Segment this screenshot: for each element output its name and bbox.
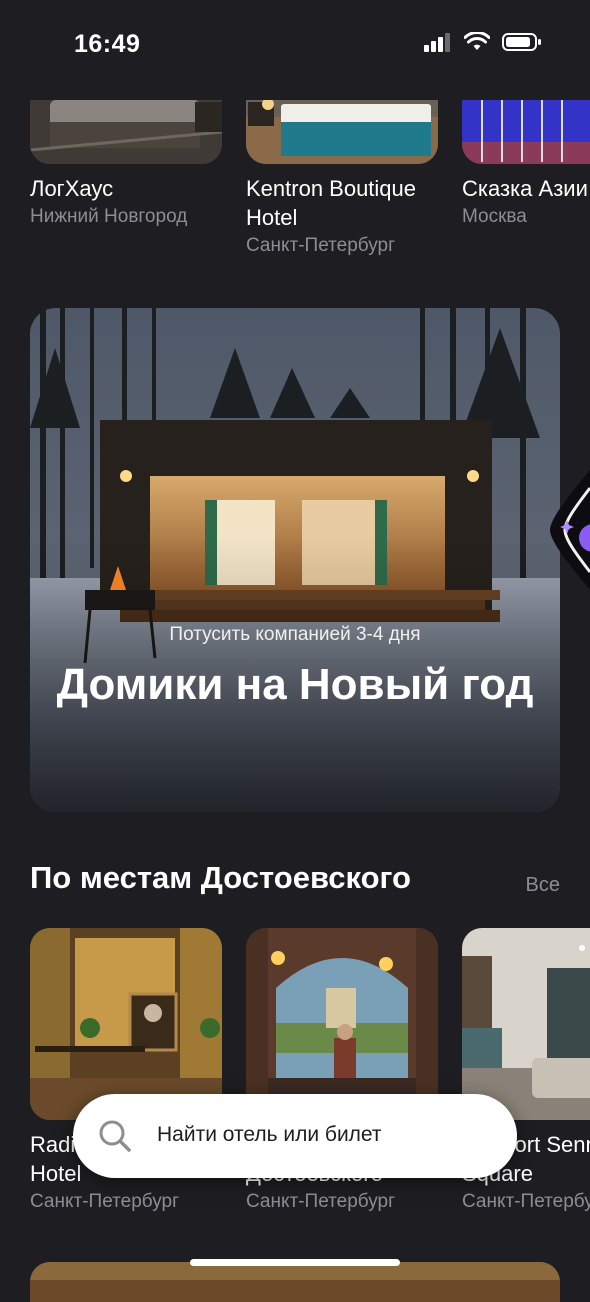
dostoevsky-hotel-carousel[interactable]: Radisson Sonya Hotel Санкт-Петербург Оте… [0, 928, 590, 1228]
assistant-button[interactable] [545, 470, 590, 590]
hotel-card[interactable]: ЛогХаус Нижний Новгород [30, 100, 222, 231]
hotel-photo [30, 928, 222, 1120]
top-hotel-carousel[interactable]: ЛогХаус Нижний Новгород Kentron Boutique… [0, 100, 590, 270]
promo-title: Домики на Новый год [56, 660, 534, 709]
search-icon [99, 1120, 131, 1152]
hotel-name: ЛогХаус [30, 176, 114, 201]
hotel-photo [246, 100, 438, 164]
hotel-city: Санкт-Петербург [462, 1191, 590, 1212]
hotel-city: Санкт-Петербург [30, 1191, 180, 1212]
wifi-icon [464, 32, 490, 50]
hotel-card[interactable]: Kentron Boutique Hotel Санкт-Петербург [246, 100, 438, 260]
hotel-name: Kentron Boutique Hotel [246, 176, 417, 230]
hotel-photo [30, 100, 222, 164]
section-header: По местам Достоевского Все [30, 860, 560, 910]
status-time: 16:49 [74, 30, 141, 58]
search-input[interactable]: Найти отель или билет [157, 1123, 382, 1147]
promo-banner[interactable]: Потусить компанией 3-4 дня Домики на Нов… [30, 308, 560, 812]
signal-icon [424, 33, 450, 52]
search-bar[interactable]: Найти отель или билет [73, 1094, 517, 1178]
hotel-city: Санкт-Петербург [246, 1191, 396, 1212]
status-bar: 16:49 [0, 0, 590, 90]
hotel-photo [246, 928, 438, 1120]
promo-image [30, 308, 560, 812]
battery-icon [502, 33, 541, 51]
hotel-name: Сказка Азии [462, 176, 588, 201]
promo-subtitle: Потусить компанией 3-4 дня [169, 624, 421, 645]
hotel-city: Нижний Новгород [30, 206, 188, 227]
hotel-city: Москва [462, 206, 527, 227]
home-indicator[interactable] [190, 1259, 400, 1266]
status-icons [424, 32, 542, 52]
next-banner-peek[interactable] [30, 1262, 560, 1302]
hotel-photo [462, 928, 590, 1120]
section-title: По местам Достоевского [30, 860, 411, 895]
see-all-link[interactable]: Все [526, 874, 560, 897]
hotel-city: Санкт-Петербург [246, 235, 396, 256]
hotel-card[interactable]: Сказка Азии Москва [462, 100, 590, 231]
hotel-photo [462, 100, 590, 164]
